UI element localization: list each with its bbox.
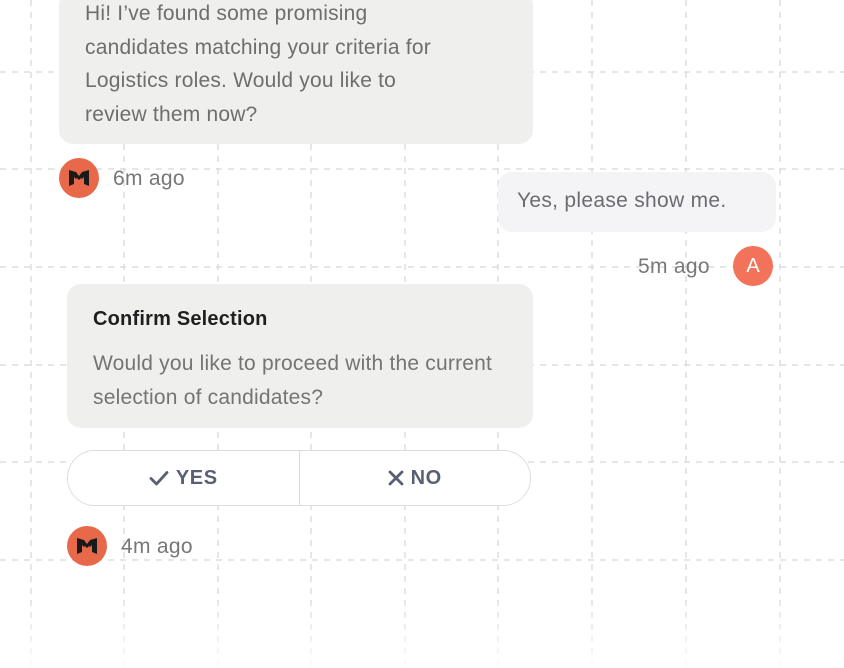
bot-message-line: review them now? xyxy=(85,102,258,126)
user-message-text: Yes, please show me. xyxy=(517,189,727,212)
bot-message-bubble: Hi! I’ve found some promising candidates… xyxy=(59,0,533,144)
yes-button[interactable]: YES xyxy=(68,451,299,505)
bot-message-line: candidates matching your criteria for xyxy=(85,35,431,59)
user-message-bubble: Yes, please show me. xyxy=(498,172,776,232)
m-logo-icon xyxy=(69,170,89,186)
bot-message-line: Hi! I’ve found some promising xyxy=(85,2,368,25)
card-text: Would you like to proceed with the curre… xyxy=(93,352,493,409)
confirm-actions: YES NO xyxy=(67,450,531,506)
message-timestamp: 6m ago xyxy=(113,167,185,190)
m-logo-icon xyxy=(77,538,97,554)
bot-avatar xyxy=(59,158,99,198)
message-timestamp: 5m ago xyxy=(638,255,710,278)
card-title: Confirm Selection xyxy=(93,308,268,330)
confirm-selection-card: Confirm Selection Would you like to proc… xyxy=(67,284,533,428)
bot-message-line: Logistics roles. Would you like to xyxy=(85,69,397,92)
user-avatar-initial: A xyxy=(746,254,760,277)
bot-avatar xyxy=(67,526,107,566)
user-avatar: A xyxy=(733,246,773,286)
chat-window: Hi! I’ve found some promising candidates… xyxy=(0,0,844,668)
message-timestamp: 4m ago xyxy=(121,535,193,558)
no-button-label: NO xyxy=(410,466,442,489)
no-button[interactable]: NO xyxy=(298,451,530,505)
yes-button-label: YES xyxy=(175,466,218,489)
check-icon xyxy=(149,470,169,486)
x-icon xyxy=(388,470,404,486)
